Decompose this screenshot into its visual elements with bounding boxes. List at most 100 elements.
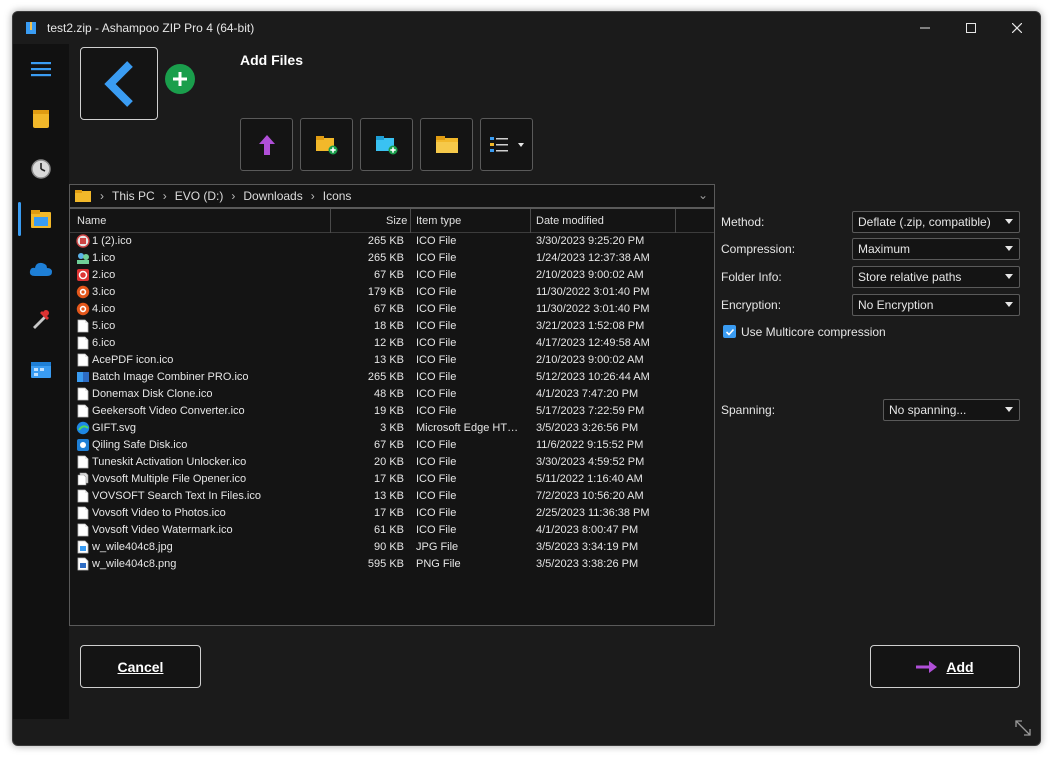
file-date: 2/25/2023 11:36:38 PM [536, 507, 650, 519]
file-row[interactable]: 5.ico 18 KB ICO File 3/21/2023 1:52:08 PM [70, 318, 714, 335]
method-select[interactable]: Deflate (.zip, compatible) [852, 211, 1020, 233]
close-icon [1012, 23, 1022, 33]
chevron-down-icon[interactable]: ⌄ [698, 188, 708, 202]
file-name: AcePDF icon.ico [92, 354, 174, 366]
file-row[interactable]: Batch Image Combiner PRO.ico 265 KB ICO Fi… [70, 369, 714, 386]
resize-icon[interactable] [1014, 719, 1032, 737]
file-type: ICO File [416, 371, 457, 383]
folder-info-select[interactable]: Store relative paths [852, 266, 1020, 288]
column-header-name[interactable]: Name [77, 215, 106, 227]
file-name: Batch Image Combiner PRO.ico [92, 371, 249, 383]
file-type: ICO File [416, 524, 457, 536]
file-name: w_wile404c8.jpg [92, 541, 173, 553]
chevron-right-icon: › [100, 189, 104, 203]
spanning-select[interactable]: No spanning... [883, 399, 1020, 421]
up-folder-button[interactable] [240, 118, 293, 171]
file-size: 13 KB [374, 490, 404, 502]
breadcrumb-item[interactable]: Downloads [243, 189, 302, 203]
file-date: 4/17/2023 12:49:58 AM [536, 337, 650, 349]
jpg-icon [77, 540, 89, 554]
file-row[interactable]: 4.ico 67 KB ICO File 11/30/2022 3:01:40 PM [70, 301, 714, 318]
file-name: 6.ico [92, 337, 116, 349]
file-list-header: Name Size Item type Date modified [70, 209, 714, 233]
file-size: 67 KB [374, 439, 404, 451]
new-folder-icon [315, 135, 337, 154]
file-row[interactable]: Vovsoft Video to Photos.ico 17 KB ICO File… [70, 505, 714, 522]
file-date: 11/30/2022 3:01:40 PM [536, 286, 650, 298]
arrow-right-icon [916, 660, 938, 673]
add-location-button[interactable] [360, 118, 413, 171]
file-row[interactable]: Vovsoft Video Watermark.ico 61 KB ICO File… [70, 522, 714, 539]
compression-select[interactable]: Maximum [852, 238, 1020, 260]
file-type: ICO File [416, 439, 457, 451]
open-folder-button[interactable] [420, 118, 473, 171]
new-folder-button[interactable] [300, 118, 353, 171]
file-type: ICO File [416, 286, 457, 298]
file-list[interactable]: Name Size Item type Date modified 1 (2).… [69, 208, 715, 626]
file-row[interactable]: 1 (2).ico 265 KB ICO File 3/30/2023 9:25:20… [70, 233, 714, 250]
folder-icon [435, 135, 458, 153]
rail-file-explorer[interactable] [13, 196, 69, 242]
file-row[interactable]: 6.ico 12 KB ICO File 4/17/2023 12:49:58 AM [70, 335, 714, 352]
column-header-size[interactable]: Size [386, 215, 407, 227]
file-row[interactable]: GIFT.svg 3 KB Microsoft Edge HT… 3/5/2023 3… [70, 420, 714, 437]
column-header-type[interactable]: Item type [416, 215, 461, 227]
file-name: 4.ico [92, 303, 116, 315]
document-icon [77, 353, 89, 367]
file-size: 18 KB [374, 320, 404, 332]
spanning-value: No spanning... [889, 403, 967, 417]
add-button-label: Add [946, 658, 974, 675]
orange-circle-icon [76, 285, 90, 299]
close-button[interactable] [994, 12, 1040, 44]
chevron-down-icon [1005, 246, 1013, 251]
file-row[interactable]: Qiling Safe Disk.ico 67 KB ICO File 11/6/20… [70, 437, 714, 454]
minimize-button[interactable] [902, 12, 948, 44]
rail-calendar[interactable] [13, 346, 69, 392]
file-date: 5/11/2022 1:16:40 AM [536, 473, 643, 485]
file-row[interactable]: Vovsoft Multiple File Opener.ico 17 KB ICO… [70, 471, 714, 488]
file-row[interactable]: w_wile404c8.png 595 KB PNG File 3/5/2023 3:… [70, 556, 714, 573]
file-row[interactable]: AcePDF icon.ico 13 KB ICO File 2/10/2023 9:… [70, 352, 714, 369]
checkmark-icon [725, 328, 734, 336]
file-date: 5/17/2023 7:22:59 PM [536, 405, 645, 417]
maximize-icon [966, 23, 976, 33]
cancel-button[interactable]: Cancel [80, 645, 201, 688]
chevron-right-icon: › [162, 189, 167, 203]
file-name: Vovsoft Multiple File Opener.ico [92, 473, 247, 485]
breadcrumb-item[interactable]: This PC [112, 189, 155, 203]
file-row[interactable]: Geekersoft Video Converter.ico 19 KB ICO F… [70, 403, 714, 420]
file-date: 7/2/2023 10:56:20 AM [536, 490, 644, 502]
encryption-select[interactable]: No Encryption [852, 294, 1020, 316]
back-button[interactable] [80, 47, 158, 120]
file-row[interactable]: VOVSOFT Search Text In Files.ico 13 KB ICO… [70, 488, 714, 505]
file-row[interactable]: 1.ico 265 KB ICO File 1/24/2023 12:37:38 AM [70, 250, 714, 267]
multicore-checkbox[interactable] [723, 325, 736, 338]
add-button[interactable]: Add [870, 645, 1020, 688]
method-label: Method: [721, 215, 765, 229]
column-header-date[interactable]: Date modified [536, 215, 604, 227]
file-size: 3 KB [380, 422, 404, 434]
file-size: 20 KB [374, 456, 404, 468]
file-row[interactable]: Donemax Disk Clone.ico 48 KB ICO File 4/1/2… [70, 386, 714, 403]
rail-notes[interactable] [13, 96, 69, 142]
file-type: ICO File [416, 473, 457, 485]
breadcrumb-item[interactable]: EVO (D:) [175, 189, 224, 203]
file-type: ICO File [416, 320, 457, 332]
rail-history[interactable] [13, 146, 69, 192]
minimize-icon [920, 27, 930, 29]
breadcrumb-item[interactable]: Icons [323, 189, 352, 203]
maximize-button[interactable] [948, 12, 994, 44]
clock-icon [31, 159, 51, 179]
file-row[interactable]: w_wile404c8.jpg 90 KB JPG File 3/5/2023 3:3… [70, 539, 714, 556]
breadcrumb[interactable]: › This PC › EVO (D:) › Downloads › Icons… [69, 184, 715, 208]
view-options-button[interactable] [480, 118, 533, 171]
file-row[interactable]: 3.ico 179 KB ICO File 11/30/2022 3:01:40 PM [70, 284, 714, 301]
rail-tools[interactable] [13, 296, 69, 342]
file-row[interactable]: Tuneskit Activation Unlocker.ico 20 KB ICO… [70, 454, 714, 471]
rail-menu[interactable] [13, 46, 69, 92]
multicore-label[interactable]: Use Multicore compression [741, 325, 886, 339]
file-date: 3/5/2023 3:26:56 PM [536, 422, 639, 434]
file-row[interactable]: 2.ico 67 KB ICO File 2/10/2023 9:00:02 AM [70, 267, 714, 284]
rail-cloud[interactable] [13, 246, 69, 292]
chevron-left-icon [104, 60, 133, 107]
